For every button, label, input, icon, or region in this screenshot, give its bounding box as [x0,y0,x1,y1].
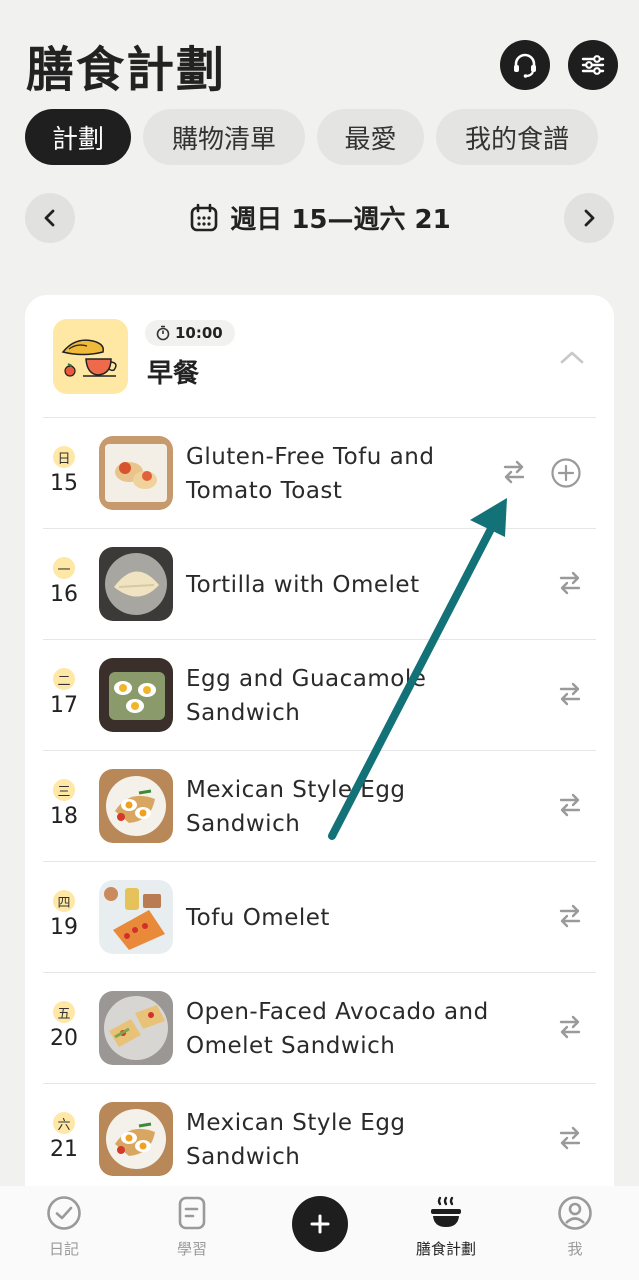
sliders-icon [581,55,605,75]
recipe-photo [99,547,173,621]
day-number: 21 [50,1137,78,1162]
tab-shopping-list[interactable]: 購物清單 [143,109,305,165]
day-number: 15 [50,471,78,496]
swap-icon[interactable] [556,680,584,708]
bowl-icon [431,1196,461,1227]
recipe-name: Tofu Omelet [186,904,330,931]
swap-icon[interactable] [556,791,584,819]
breakfast-illustration [53,319,128,394]
meal-header[interactable]: 10:00 早餐 [25,295,614,417]
nav-meal-plan-label: 膳食計劃 [415,1240,476,1258]
document-icon [178,1196,206,1230]
recipe-name: Tortilla with Omelet [186,571,420,598]
nav-meal-plan[interactable]: 膳食計劃 [406,1194,486,1259]
tab-plan[interactable]: 計劃 [25,109,131,165]
weekday-badge: 二 [53,668,75,690]
add-button[interactable] [292,1196,348,1252]
meal-card: 10:00 早餐 日 15 Gluten-Free Tofu and Tomat… [25,295,614,1215]
weekday-badge: 五 [53,1001,75,1023]
recipe-name: Mexican Style Egg Sandwich [186,1109,406,1170]
meal-plan-row[interactable]: 五 20 Open-Faced Avocado and Omelet Sandw… [43,972,596,1083]
headset-icon [514,53,536,78]
meal-plan-row[interactable]: 一 16 Tortilla with Omelet [43,528,596,639]
weekday-badge: 六 [53,1112,75,1134]
bottom-navigation: 日記 學習 膳食計劃 我 [0,1186,639,1280]
plus-icon [310,1214,330,1234]
meal-name: 早餐 [147,359,200,389]
meal-plan-row[interactable]: 日 15 Gluten-Free Tofu and Tomato Toast [43,417,596,528]
recipe-photo [99,1102,173,1176]
tab-bar: 計劃 購物清單 最愛 我的食譜 [25,109,598,165]
swap-icon[interactable] [556,1124,584,1152]
check-circle-icon [47,1196,81,1230]
recipe-name: Egg and Guacamole Sandwich [186,665,427,726]
profile-icon [558,1196,592,1230]
weekday-badge: 一 [53,557,75,579]
nav-diary[interactable]: 日記 [24,1194,104,1259]
recipe-photo [99,658,173,732]
swap-icon[interactable] [500,458,528,486]
page-title: 膳食計劃 [26,42,227,98]
day-number: 20 [50,1026,78,1051]
week-range-label: 週日 15—週六 21 [230,205,451,235]
meal-plan-row[interactable]: 四 19 Tofu Omelet [43,861,596,972]
meal-plan-row[interactable]: 二 17 Egg and Guacamole Sandwich [43,639,596,750]
support-button[interactable] [500,40,550,90]
chevron-right-icon [584,209,595,227]
recipe-photo [99,436,173,510]
day-number: 18 [50,804,78,829]
swap-icon[interactable] [556,569,584,597]
nav-learn[interactable]: 學習 [152,1194,232,1259]
meal-plan-row[interactable]: 三 18 Mexican Style Egg Sandwich [43,750,596,861]
day-number: 19 [50,915,78,940]
weekday-badge: 四 [53,890,75,912]
recipe-name: Open-Faced Avocado and Omelet Sandwich [186,998,489,1059]
meal-time-chip: 10:00 [145,320,235,346]
day-number: 16 [50,582,78,607]
stopwatch-icon [156,325,170,341]
add-icon[interactable] [550,457,582,489]
meal-plan-row[interactable]: 六 21 Mexican Style Egg Sandwich [43,1083,596,1194]
recipe-name: Mexican Style Egg Sandwich [186,776,406,837]
next-week-button[interactable] [564,193,614,243]
recipe-photo [99,880,173,954]
weekday-badge: 三 [53,779,75,801]
tab-favorites[interactable]: 最愛 [317,109,424,165]
calendar-icon [190,203,218,231]
swap-icon[interactable] [556,1013,584,1041]
meal-time: 10:00 [175,324,223,342]
header: 膳食計劃 [0,0,639,110]
swap-icon[interactable] [556,902,584,930]
week-navigator: 週日 15—週六 21 [25,193,614,243]
nav-profile-label: 我 [567,1240,583,1258]
nav-profile[interactable]: 我 [535,1194,615,1259]
recipe-photo [99,991,173,1065]
day-number: 17 [50,693,78,718]
week-range[interactable]: 週日 15—週六 21 [25,199,614,236]
recipe-photo [99,769,173,843]
weekday-badge: 日 [53,446,75,468]
filter-settings-button[interactable] [568,40,618,90]
tab-my-recipes[interactable]: 我的食譜 [436,109,598,165]
recipe-name: Gluten-Free Tofu and Tomato Toast [186,443,435,504]
chevron-up-icon[interactable] [558,347,586,367]
nav-diary-label: 日記 [48,1240,79,1258]
nav-learn-label: 學習 [176,1240,207,1258]
